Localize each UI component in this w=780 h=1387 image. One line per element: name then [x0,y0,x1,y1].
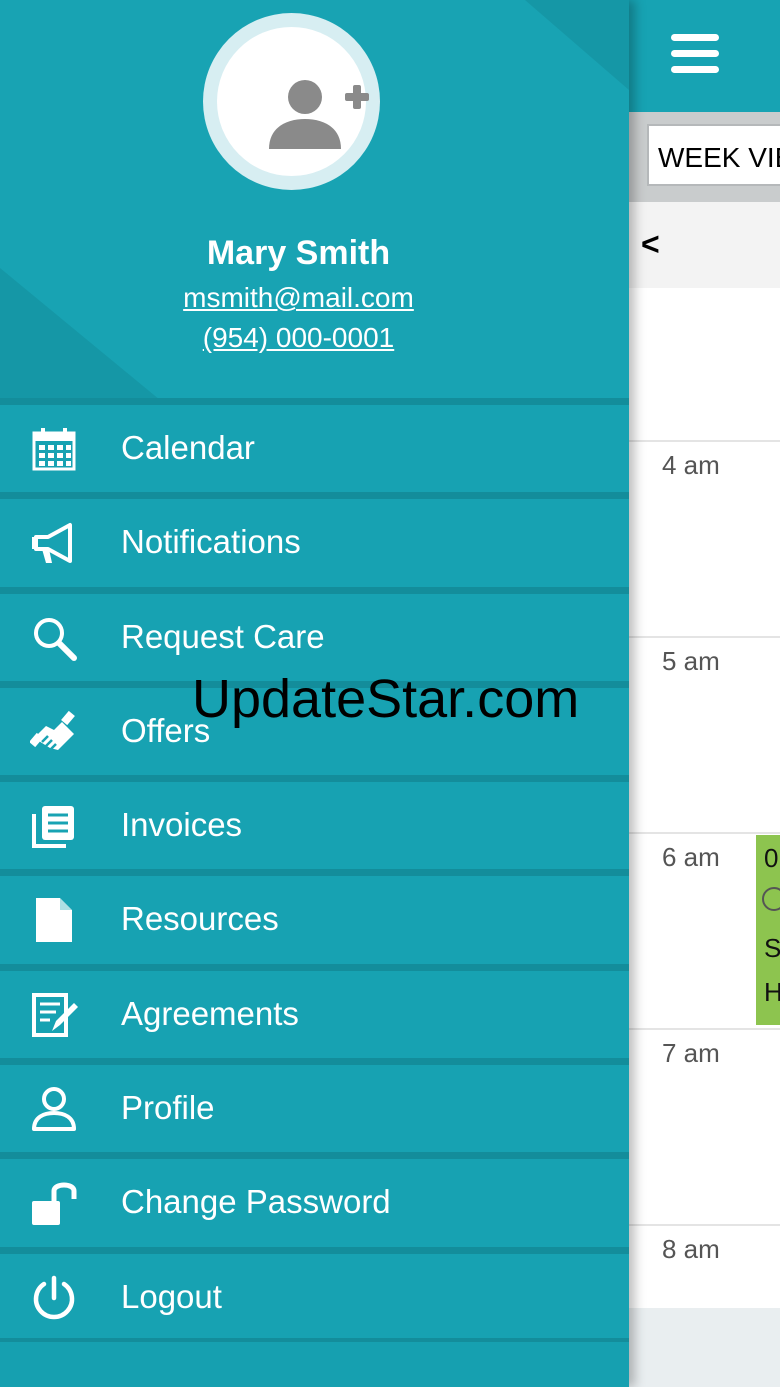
drawer-footer [0,1338,629,1387]
time-label: 7 am [662,1038,720,1068]
menu-item-logout[interactable]: Logout [0,1246,629,1341]
menu-item-change-password[interactable]: Change Password [0,1152,629,1247]
view-select-value: WEEK VIE [658,142,780,173]
avatar[interactable] [203,13,380,190]
prev-week-button[interactable]: < [641,226,660,263]
menu-item-calendar[interactable]: Calendar [0,398,629,493]
event-text: H [764,977,780,1007]
user-name: Mary Smith [206,234,391,272]
menu-item-resources[interactable]: Resources [0,869,629,964]
menu-item-notifications[interactable]: Notifications [0,492,629,587]
menu-item-label: Change Password [121,1183,391,1221]
event-text: 0 [764,843,779,873]
time-row[interactable]: 8 am [629,1224,780,1308]
calendar-nav-bar: < [629,202,780,288]
add-user-icon [269,80,369,149]
menu-item-label: Logout [121,1277,222,1315]
time-row[interactable]: 4 am [629,440,780,636]
time-row[interactable]: 5 am [629,636,780,832]
unlock-icon [32,1182,77,1226]
user-icon [32,1087,76,1132]
search-icon [34,617,77,661]
agreement-icon [32,992,78,1037]
hamburger-menu-icon[interactable] [671,34,719,74]
menu-item-label: Request Care [121,617,325,655]
user-email-link[interactable]: msmith@mail.com [0,282,597,314]
menu-item-label: Agreements [121,994,299,1032]
menu-item-invoices[interactable]: Invoices [0,775,629,870]
calendar-icon [32,428,76,471]
time-label: 8 am [662,1234,720,1264]
menu-item-profile[interactable]: Profile [0,1058,629,1153]
handshake-icon [30,710,75,751]
user-phone-link[interactable]: (954) 000-0001 [0,322,597,354]
app-header [629,0,780,112]
clock-icon [762,887,780,911]
menu-item-label: Resources [121,900,279,938]
event-text: S [764,933,780,963]
view-select[interactable]: WEEK VIE [647,124,780,186]
time-row[interactable]: 7 am [629,1028,780,1224]
power-icon [33,1275,75,1319]
megaphone-icon [32,523,72,564]
menu-item-label: Calendar [121,429,255,466]
menu-item-agreements[interactable]: Agreements [0,963,629,1059]
drawer-menu: Calendar Notifications Request Care Offe… [0,398,629,1341]
app-bottom-bar [629,1308,780,1387]
time-label: 4 am [662,450,720,480]
document-icon [36,898,72,943]
calendar-app: WEEK VIE < 4 am 5 am 6 am 7 am 8 am 0 S … [629,0,780,1387]
menu-item-request-care[interactable]: Request Care [0,586,629,681]
calendar-event[interactable]: 0 S H [756,835,780,1025]
view-bar: WEEK VIE [629,112,780,202]
menu-item-label: Invoices [121,806,243,844]
menu-item-label: Profile [121,1089,215,1127]
time-label: 5 am [662,646,720,676]
invoices-icon [32,806,74,849]
menu-item-label: Notifications [121,523,301,561]
time-label: 6 am [662,842,720,872]
watermark: UpdateStar.com [192,669,580,729]
